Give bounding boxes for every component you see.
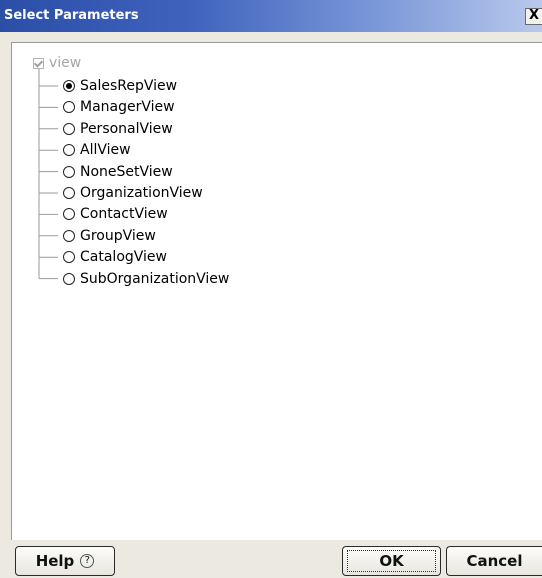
tree-item-label: ContactView <box>80 206 168 223</box>
radio-unselected-icon <box>63 208 75 221</box>
select-parameters-dialog: Select Parameters X view SalesRepView Man… <box>0 0 542 578</box>
tree-item-radio[interactable]: OrganizationView <box>63 183 203 203</box>
tree-item-radio[interactable]: NoneSetView <box>63 162 173 182</box>
radio-unselected-icon <box>63 101 75 114</box>
tree-item-radio[interactable]: ManagerView <box>63 97 175 117</box>
tree-item-label: SubOrganizationView <box>80 270 230 287</box>
tree-item-radio[interactable]: ContactView <box>63 204 168 224</box>
cancel-button-label: Cancel <box>466 552 523 570</box>
radio-unselected-icon <box>63 272 75 285</box>
focus-ring <box>347 550 436 572</box>
tree-item-radio[interactable]: SubOrganizationView <box>63 269 229 289</box>
radio-unselected-icon <box>63 187 75 199</box>
close-icon: X <box>528 8 540 23</box>
cancel-button[interactable]: Cancel <box>446 546 542 576</box>
dialog-title: Select Parameters <box>4 8 139 23</box>
tree-item-label: NoneSetView <box>80 163 173 180</box>
radio-unselected-icon <box>63 122 75 135</box>
ok-button[interactable]: OK <box>342 546 441 576</box>
tree-root-label: view <box>49 55 82 71</box>
radio-unselected-icon <box>63 229 75 242</box>
radio-selected-icon <box>63 80 75 92</box>
tree-item-label: GroupView <box>80 227 156 244</box>
tree-item-radio[interactable]: PersonalView <box>63 119 173 139</box>
radio-unselected-icon <box>63 251 75 264</box>
tree-item-label: OrganizationView <box>80 185 203 201</box>
tree-item-label: AllView <box>80 142 131 159</box>
tree-item-radio[interactable]: SalesRepView <box>63 76 177 96</box>
close-button[interactable]: X <box>525 8 542 25</box>
title-bar: Select Parameters X <box>0 0 542 32</box>
tree-item-label: SalesRepView <box>80 78 178 94</box>
tree-root-view: view <box>33 54 81 72</box>
help-icon: ? <box>80 554 95 568</box>
checkbox-checked-icon <box>33 57 44 69</box>
tree-item-label: PersonalView <box>80 120 173 137</box>
radio-unselected-icon <box>63 144 75 157</box>
parameter-tree-panel: view SalesRepView ManagerView PersonalView… <box>11 42 542 540</box>
tree-item-label: ManagerView <box>80 99 175 116</box>
tree-item-label: CatalogView <box>80 249 167 266</box>
tree-item-radio[interactable]: GroupView <box>63 226 156 246</box>
tree-item-radio[interactable]: CatalogView <box>63 247 167 267</box>
radio-unselected-icon <box>63 165 75 178</box>
tree-item-radio[interactable]: AllView <box>63 140 131 160</box>
help-button[interactable]: Help ? <box>15 546 115 576</box>
help-button-label: Help <box>35 552 75 570</box>
